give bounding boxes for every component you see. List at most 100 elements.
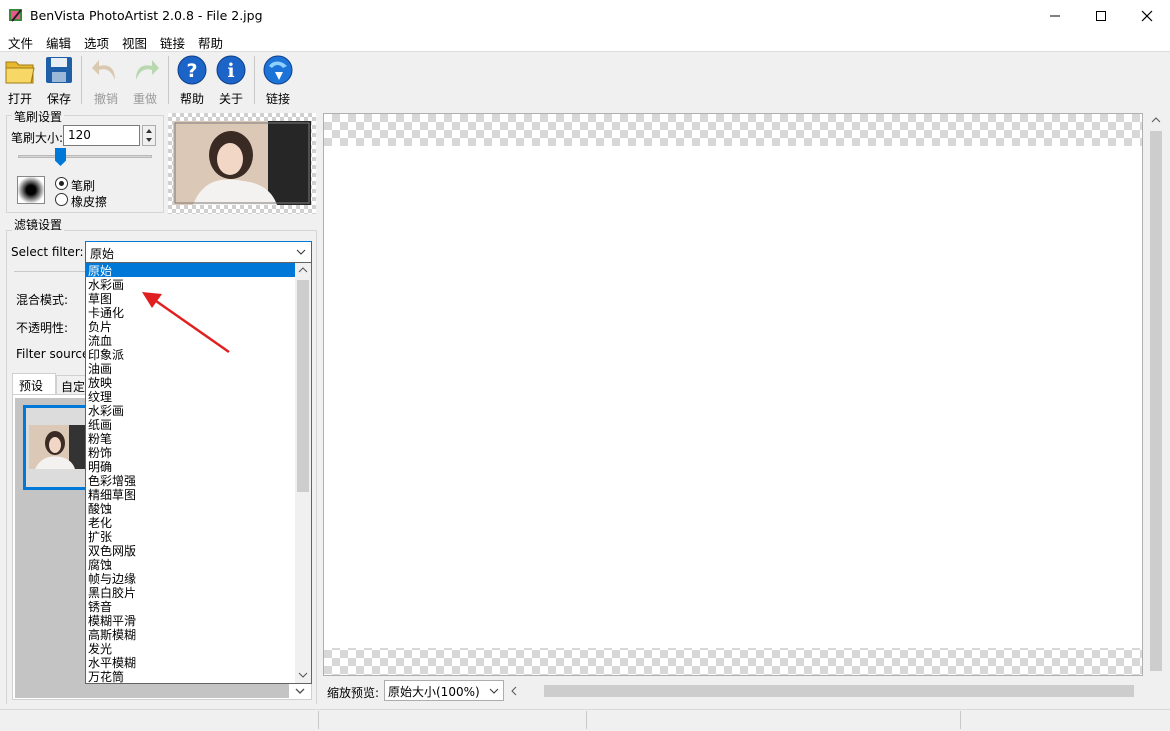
filter-option[interactable]: 模糊平滑 bbox=[88, 614, 136, 628]
chevron-down-icon bbox=[295, 688, 305, 694]
menu-options[interactable]: 选项 bbox=[84, 33, 109, 52]
toolbar-separator bbox=[254, 56, 255, 104]
filter-option[interactable]: 水彩画 bbox=[88, 278, 124, 292]
minimize-button[interactable] bbox=[1032, 0, 1078, 31]
filter-option[interactable]: 放映 bbox=[88, 376, 112, 390]
filter-option[interactable]: 精细草图 bbox=[88, 488, 136, 502]
about-button[interactable]: i 关于 bbox=[213, 54, 249, 106]
filter-option[interactable]: 印象派 bbox=[88, 348, 124, 362]
menu-help[interactable]: 帮助 bbox=[198, 33, 223, 52]
globe-link-icon bbox=[263, 55, 293, 85]
status-separator bbox=[960, 711, 961, 729]
status-separator bbox=[586, 711, 587, 729]
zoom-select[interactable]: 原始大小(100%) bbox=[384, 680, 504, 701]
filter-option[interactable]: 发光 bbox=[88, 642, 112, 656]
dropdown-scrollbar[interactable] bbox=[295, 263, 311, 683]
menu-link[interactable]: 链接 bbox=[160, 33, 185, 52]
redo-label: 重做 bbox=[132, 92, 157, 106]
help-button[interactable]: ? 帮助 bbox=[174, 54, 210, 106]
redo-button[interactable]: 重做 bbox=[127, 54, 163, 106]
menu-edit[interactable]: 编辑 bbox=[46, 33, 71, 52]
filter-option[interactable]: 腐蚀 bbox=[88, 558, 112, 572]
filter-select[interactable]: 原始 bbox=[85, 241, 312, 263]
link-button[interactable]: 链接 bbox=[260, 54, 296, 106]
filter-option[interactable]: 锈音 bbox=[88, 600, 112, 614]
zoom-label: 缩放预览: bbox=[327, 686, 380, 700]
filter-option[interactable]: 扩张 bbox=[88, 530, 112, 544]
filter-option[interactable]: 酸蚀 bbox=[88, 502, 112, 516]
brush-size-slider-track[interactable] bbox=[18, 155, 152, 158]
filter-option[interactable]: 明确 bbox=[88, 460, 112, 474]
annotation-arrow bbox=[142, 292, 230, 354]
filter-option[interactable]: 纹理 bbox=[88, 390, 112, 404]
about-label: 关于 bbox=[218, 92, 243, 106]
folder-open-icon bbox=[5, 61, 35, 84]
canvas-vertical-scrollbar[interactable] bbox=[1146, 113, 1166, 676]
filter-option[interactable]: 水彩画 bbox=[88, 404, 124, 418]
photo-thumbnail[interactable] bbox=[173, 121, 311, 205]
tab-custom-label: 自定 bbox=[61, 380, 86, 394]
filter-option[interactable]: 草图 bbox=[88, 292, 112, 306]
tab-preset[interactable]: 预设 bbox=[12, 373, 56, 395]
window-title: BenVista PhotoArtist 2.0.8 - File 2.jpg bbox=[30, 8, 263, 23]
tab-custom[interactable]: 自定 bbox=[56, 375, 88, 395]
filter-option[interactable]: 高斯模糊 bbox=[88, 628, 136, 642]
brush-mode-label: 笔刷 bbox=[71, 179, 96, 193]
save-button[interactable]: 保存 bbox=[41, 54, 77, 106]
menu-view[interactable]: 视图 bbox=[122, 33, 147, 52]
filter-option[interactable]: 卡通化 bbox=[88, 306, 124, 320]
filter-option[interactable]: 流血 bbox=[88, 334, 112, 348]
canvas-image[interactable] bbox=[324, 146, 1142, 648]
chevron-down-icon bbox=[489, 688, 499, 694]
tab-preset-label: 预设 bbox=[19, 379, 44, 393]
divider bbox=[14, 271, 86, 272]
maximize-button[interactable] bbox=[1078, 0, 1124, 31]
menu-file[interactable]: 文件 bbox=[8, 33, 33, 52]
filter-option[interactable]: 双色网版 bbox=[88, 544, 136, 558]
filter-option[interactable]: 负片 bbox=[88, 320, 112, 334]
filter-option[interactable]: 粉饰 bbox=[88, 446, 112, 460]
canvas-hscroll-thumb[interactable] bbox=[544, 685, 1134, 697]
open-label: 打开 bbox=[7, 92, 32, 106]
canvas-vscroll-thumb[interactable] bbox=[1150, 131, 1162, 671]
filter-option[interactable]: 粉笔 bbox=[88, 432, 112, 446]
select-filter-label: Select filter: bbox=[11, 245, 84, 259]
preset-scroll-down[interactable] bbox=[290, 682, 310, 700]
close-icon bbox=[1141, 10, 1153, 21]
status-separator bbox=[318, 711, 319, 729]
toolbar-separator bbox=[81, 56, 82, 104]
chevron-up-icon bbox=[298, 267, 308, 273]
filter-option[interactable]: 原始 bbox=[88, 264, 112, 278]
open-button[interactable]: 打开 bbox=[2, 54, 38, 106]
chevron-down-icon bbox=[296, 249, 306, 255]
filter-option[interactable]: 色彩增强 bbox=[88, 474, 136, 488]
app-icon bbox=[9, 9, 22, 22]
filter-option[interactable]: 老化 bbox=[88, 516, 112, 530]
undo-label: 撤销 bbox=[93, 92, 118, 106]
brush-size-spinner[interactable] bbox=[142, 125, 156, 146]
filter-option[interactable]: 纸画 bbox=[88, 418, 112, 432]
chevron-up-icon bbox=[1151, 117, 1161, 123]
filter-option[interactable]: 油画 bbox=[88, 362, 112, 376]
filter-option[interactable]: 帧与边缘 bbox=[88, 572, 136, 586]
canvas-horizontal-scrollbar[interactable] bbox=[508, 682, 1144, 700]
brush-settings-title: 笔刷设置 bbox=[12, 108, 65, 125]
brush-size-label: 笔刷大小: bbox=[11, 131, 64, 145]
undo-button[interactable]: 撤销 bbox=[88, 54, 124, 106]
help-question-icon: ? bbox=[177, 55, 207, 85]
blend-mode-label: 混合模式: bbox=[16, 293, 69, 307]
floppy-save-icon bbox=[46, 57, 72, 83]
dropdown-scroll-thumb[interactable] bbox=[297, 280, 309, 492]
chevron-left-icon bbox=[511, 686, 517, 696]
svg-text:?: ? bbox=[186, 60, 197, 82]
filter-option[interactable]: 水平模糊 bbox=[88, 656, 136, 670]
filter-option[interactable]: 黑白胶片 bbox=[88, 586, 136, 600]
save-label: 保存 bbox=[46, 92, 71, 106]
brush-size-input[interactable]: 120 bbox=[63, 125, 140, 146]
toolbar-separator bbox=[168, 56, 169, 104]
close-button[interactable] bbox=[1124, 0, 1170, 31]
brush-mode-radio[interactable] bbox=[55, 177, 68, 190]
preset-thumbnail bbox=[29, 425, 87, 469]
filter-option[interactable]: 万花筒 bbox=[88, 670, 124, 684]
eraser-mode-radio[interactable] bbox=[55, 193, 68, 206]
